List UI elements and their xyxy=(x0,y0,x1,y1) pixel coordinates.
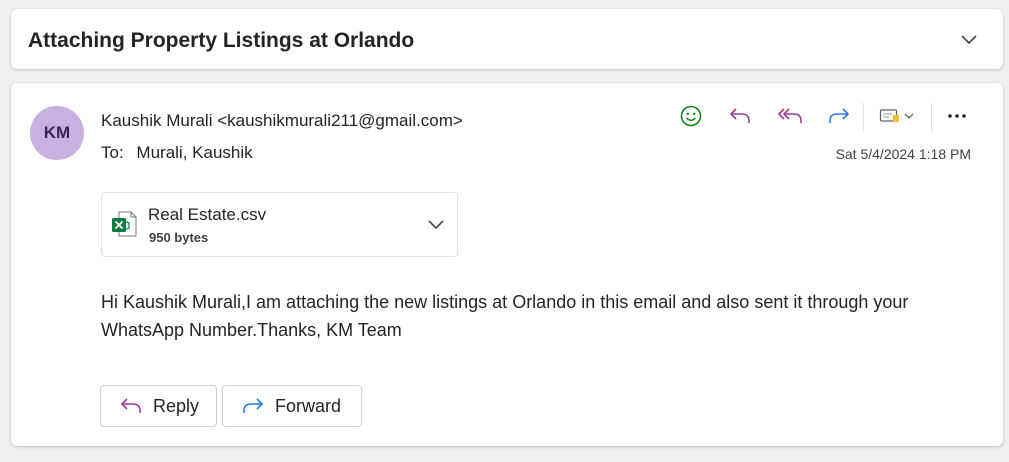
sender[interactable]: Kaushik Murali <kaushikmurali211@gmail.c… xyxy=(101,111,463,131)
apps-icon xyxy=(879,107,901,125)
chevron-down-icon[interactable] xyxy=(959,29,979,49)
reply-all-icon[interactable] xyxy=(776,103,804,129)
forward-button[interactable]: Forward xyxy=(222,385,362,427)
emoji-icon[interactable] xyxy=(677,103,705,129)
apps-dropdown[interactable] xyxy=(873,103,919,129)
to-label: To: xyxy=(101,143,124,162)
message-date: Sat 5/4/2024 1:18 PM xyxy=(835,146,971,162)
recipients-row: To: Murali, Kaushik xyxy=(101,143,253,163)
message-card: KM Kaushik Murali <kaushikmurali211@gmai… xyxy=(11,83,1003,446)
attachment-name: Real Estate.csv xyxy=(148,205,267,224)
toolbar-divider xyxy=(931,103,932,131)
email-subject: Attaching Property Listings at Orlando xyxy=(28,29,415,52)
more-icon[interactable] xyxy=(943,103,971,129)
excel-file-icon xyxy=(110,210,138,243)
recipient[interactable]: Murali, Kaushik xyxy=(136,143,252,162)
attachment-size: 950 bytes xyxy=(149,230,209,245)
forward-icon[interactable] xyxy=(825,103,853,129)
forward-label: Forward xyxy=(275,395,342,416)
message-body: Hi Kaushik Murali,I am attaching the new… xyxy=(101,292,909,340)
chevron-down-icon[interactable] xyxy=(427,215,445,238)
reply-icon xyxy=(119,396,143,416)
reply-label: Reply xyxy=(153,395,200,416)
reply-button[interactable]: Reply xyxy=(100,385,217,427)
chevron-down-icon xyxy=(904,112,914,120)
reply-icon[interactable] xyxy=(726,103,754,129)
subject-header: Attaching Property Listings at Orlando xyxy=(11,9,1003,69)
avatar[interactable]: KM xyxy=(30,106,84,160)
forward-icon xyxy=(241,396,265,416)
attachment-card[interactable]: Real Estate.csv 950 bytes xyxy=(101,192,458,257)
toolbar-divider xyxy=(863,103,864,131)
